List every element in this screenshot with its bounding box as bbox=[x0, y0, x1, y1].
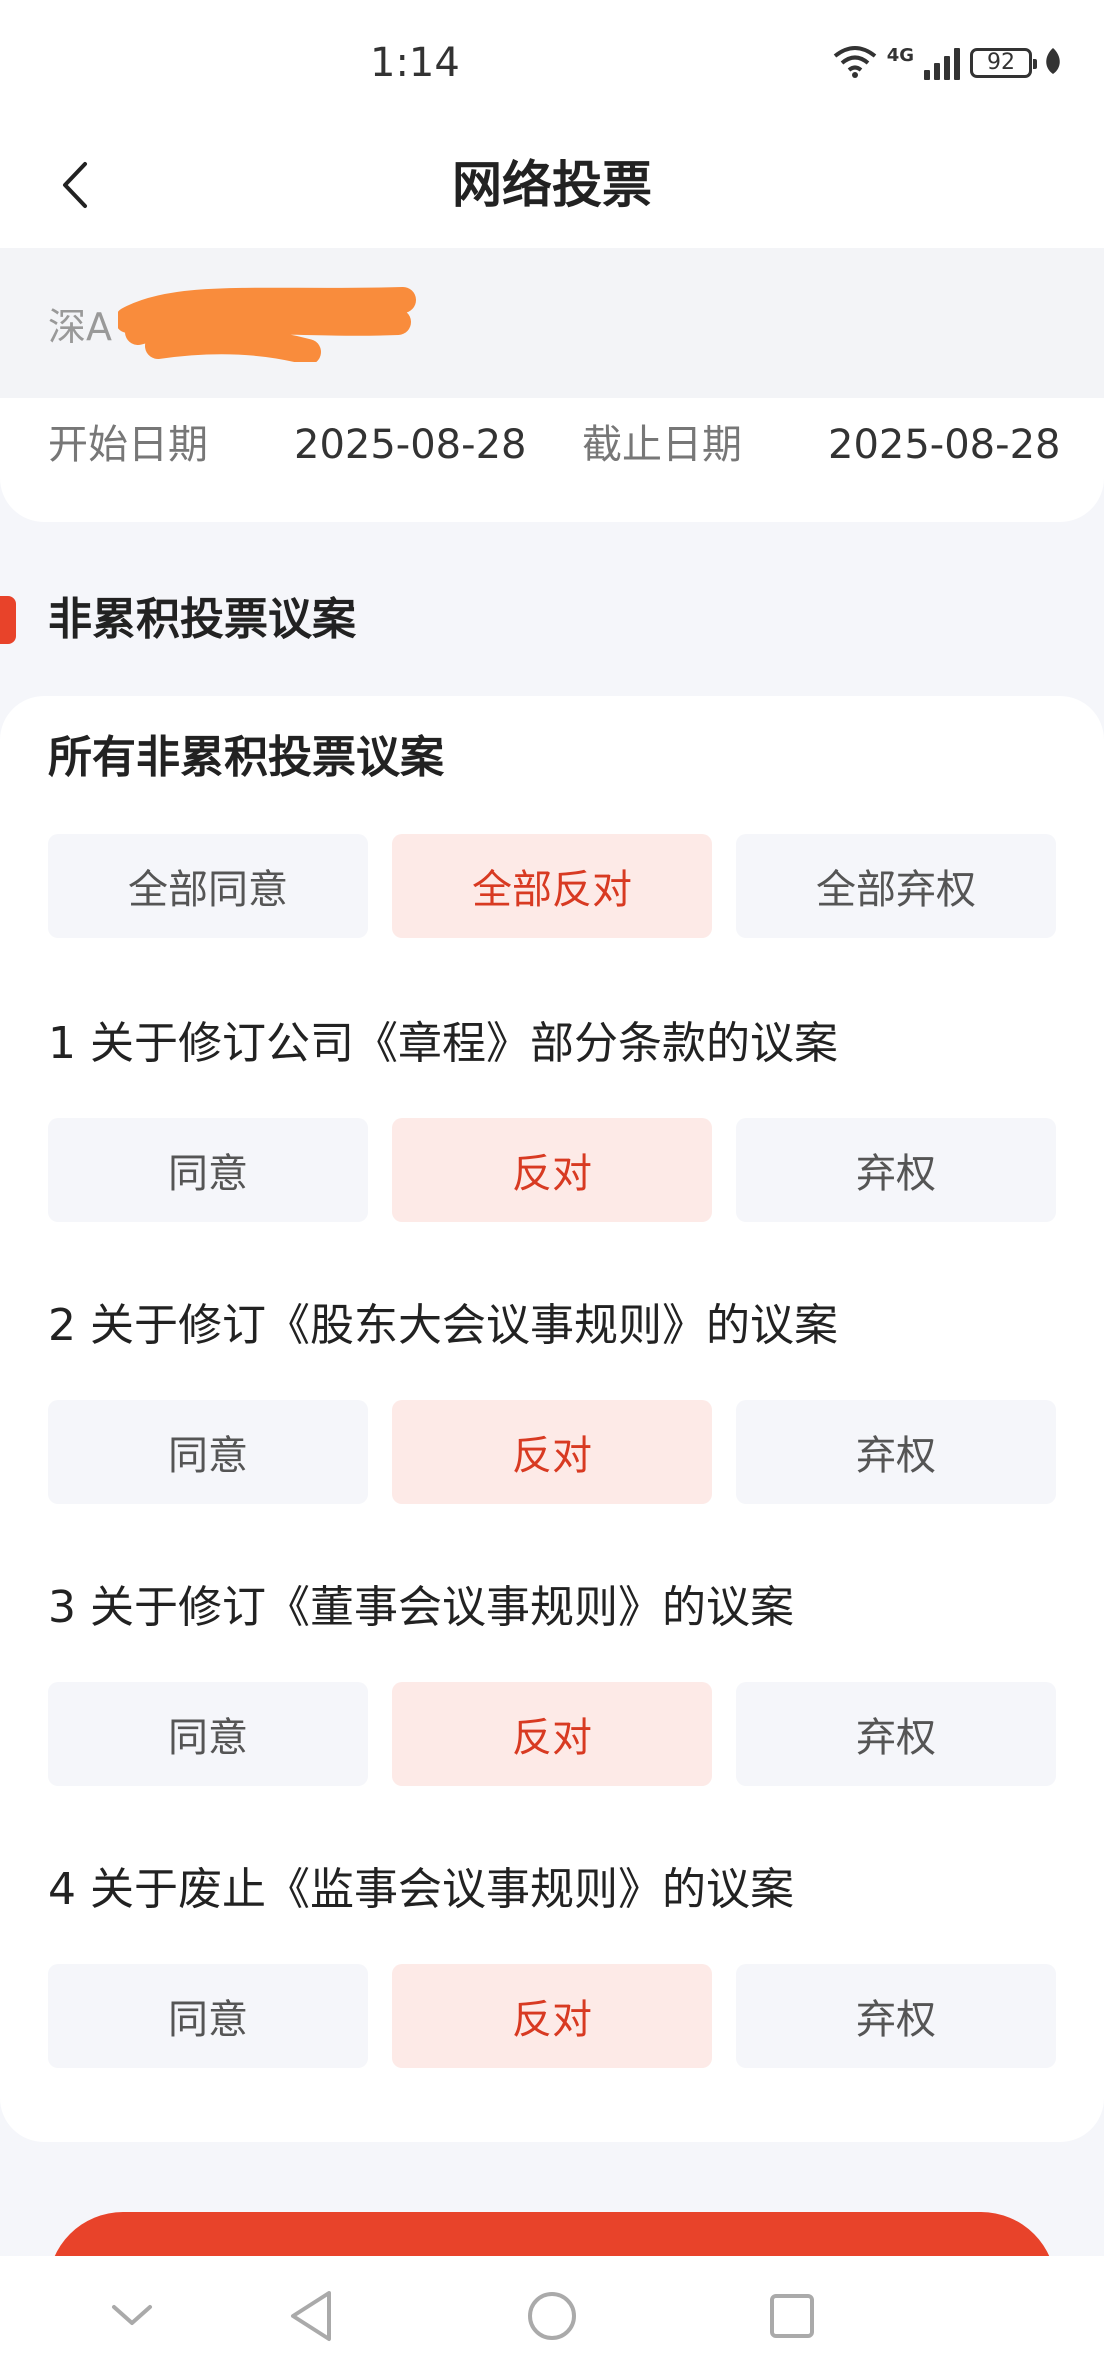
start-date-value: 2025-08-28 bbox=[294, 422, 527, 468]
abstain-button[interactable]: 弃权 bbox=[736, 1400, 1056, 1504]
page-title: 网络投票 bbox=[452, 156, 652, 214]
chevron-left-icon bbox=[63, 162, 87, 208]
status-bar: 1:14 4G 92 bbox=[0, 0, 1104, 130]
abstain-button[interactable]: 弃权 bbox=[736, 1964, 1056, 2068]
oppose-button[interactable]: 反对 bbox=[392, 1682, 712, 1786]
proposal-title: 1 关于修订公司《章程》部分条款的议案 bbox=[48, 1018, 838, 1069]
status-time: 1:14 bbox=[370, 40, 460, 86]
abstain-button[interactable]: 弃权 bbox=[736, 1682, 1056, 1786]
proposal-title: 2 关于修订《股东大会议事规则》的议案 bbox=[48, 1300, 838, 1351]
nav-home-button[interactable] bbox=[522, 2286, 582, 2346]
nav-back-button[interactable] bbox=[282, 2286, 342, 2346]
all-proposals-title: 所有非累积投票议案 bbox=[48, 732, 444, 783]
status-icons: 4G 92 bbox=[833, 44, 1064, 82]
proposal-options: 同意 反对 弃权 bbox=[48, 1964, 1056, 2068]
end-date-label: 截止日期 bbox=[582, 422, 742, 468]
section-accent-bar bbox=[0, 596, 16, 644]
abstain-button[interactable]: 弃权 bbox=[736, 1118, 1056, 1222]
proposal-options: 同意 反对 弃权 bbox=[48, 1400, 1056, 1504]
oppose-button[interactable]: 反对 bbox=[392, 1400, 712, 1504]
battery-icon: 92 bbox=[970, 48, 1037, 78]
agree-button[interactable]: 同意 bbox=[48, 1400, 368, 1504]
oppose-all-button[interactable]: 全部反对 bbox=[392, 834, 712, 938]
recents-square-icon bbox=[770, 2294, 814, 2338]
dates-card: 开始日期 2025-08-28 截止日期 2025-08-28 bbox=[0, 398, 1104, 522]
proposal-title: 3 关于修订《董事会议事规则》的议案 bbox=[48, 1582, 794, 1633]
account-number: 深A bbox=[48, 305, 112, 349]
end-date-value: 2025-08-28 bbox=[828, 422, 1061, 468]
home-circle-icon bbox=[528, 2292, 576, 2340]
back-triangle-icon bbox=[291, 2291, 331, 2341]
oppose-button[interactable]: 反对 bbox=[392, 1118, 712, 1222]
agree-all-button[interactable]: 全部同意 bbox=[48, 834, 368, 938]
abstain-all-button[interactable]: 全部弃权 bbox=[736, 834, 1056, 938]
wifi-icon bbox=[833, 44, 877, 82]
nav-recents-button[interactable] bbox=[762, 2286, 822, 2346]
proposal-title: 4 关于废止《监事会议事规则》的议案 bbox=[48, 1864, 794, 1915]
back-button[interactable] bbox=[40, 150, 110, 220]
redaction-mark bbox=[118, 287, 416, 362]
agree-button[interactable]: 同意 bbox=[48, 1964, 368, 2068]
proposal-options: 同意 反对 弃权 bbox=[48, 1118, 1056, 1222]
oppose-button[interactable]: 反对 bbox=[392, 1964, 712, 2068]
chevron-down-icon bbox=[112, 2305, 152, 2325]
vote-card: 所有非累积投票议案 全部同意 全部反对 全部弃权 1 关于修订公司《章程》部分条… bbox=[0, 696, 1104, 2142]
system-nav-bar bbox=[0, 2256, 1104, 2376]
all-proposals-options: 全部同意 全部反对 全部弃权 bbox=[48, 834, 1056, 938]
signal-icon bbox=[924, 46, 960, 80]
leaf-icon bbox=[1042, 46, 1064, 80]
network-type: 4G bbox=[886, 44, 914, 66]
nav-header: 网络投票 bbox=[0, 130, 1104, 248]
proposal-options: 同意 反对 弃权 bbox=[48, 1682, 1056, 1786]
hide-keyboard-button[interactable] bbox=[102, 2286, 162, 2346]
agree-button[interactable]: 同意 bbox=[48, 1682, 368, 1786]
start-date-label: 开始日期 bbox=[48, 422, 208, 468]
section-title: 非累积投票议案 bbox=[48, 594, 356, 645]
agree-button[interactable]: 同意 bbox=[48, 1118, 368, 1222]
